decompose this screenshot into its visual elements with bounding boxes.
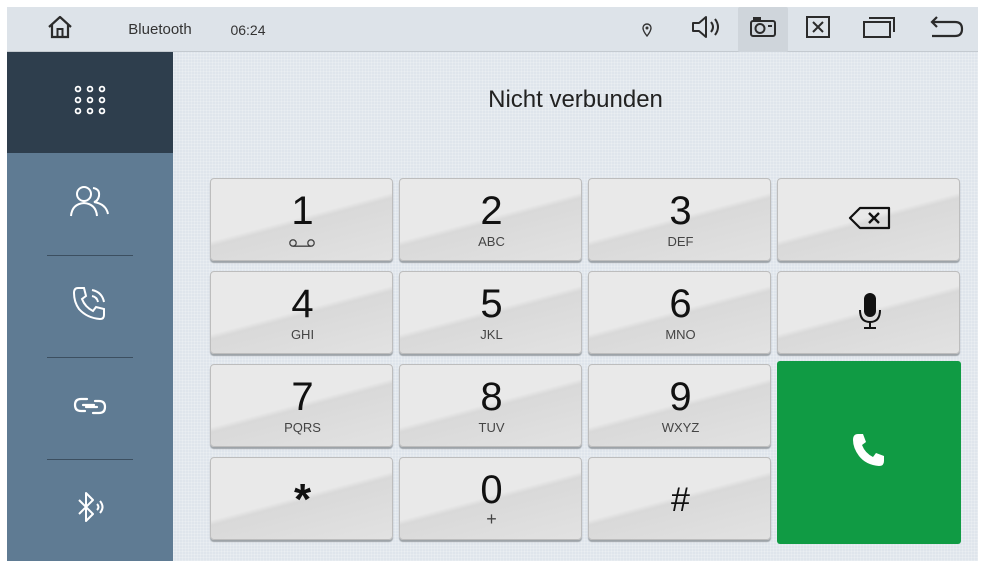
home-button[interactable] <box>35 7 85 52</box>
volume-button[interactable] <box>684 7 728 52</box>
key-digit: 0 <box>480 468 503 512</box>
microphone-icon <box>857 291 883 336</box>
key-4[interactable]: 4 GHI <box>210 271 393 354</box>
close-window-icon <box>805 15 831 44</box>
call-log-icon <box>70 284 110 329</box>
key-9[interactable]: 9 WXYZ <box>588 364 771 447</box>
dialpad-icon <box>70 80 110 125</box>
key-2[interactable]: 2 ABC <box>399 178 582 261</box>
location-pin-icon <box>637 7 657 52</box>
key-hash[interactable]: # <box>588 457 771 540</box>
key-letters: ABC <box>478 234 505 249</box>
key-7[interactable]: 7 PQRS <box>210 364 393 447</box>
sidebar-item-dialpad[interactable] <box>7 52 173 153</box>
key-6[interactable]: 6 MNO <box>588 271 771 354</box>
key-digit: 4 <box>291 282 314 326</box>
key-digit: 2 <box>480 189 503 233</box>
home-icon <box>46 14 74 45</box>
key-letters: PQRS <box>284 420 321 435</box>
app-frame: Bluetooth 06:24 Nicht verbunden 1 2 ABC … <box>7 7 978 561</box>
screenshot-icon <box>749 16 777 43</box>
contacts-icon <box>68 182 112 227</box>
key-letters: WXYZ <box>661 420 700 435</box>
key-digit: 8 <box>480 375 503 419</box>
status-bar: Bluetooth 06:24 <box>7 7 978 52</box>
key-digit: 5 <box>480 282 503 326</box>
voice-dial-button[interactable] <box>777 271 960 354</box>
key-5[interactable]: 5 JKL <box>399 271 582 354</box>
voicemail-icon <box>288 235 316 253</box>
sidebar-item-call-log[interactable] <box>7 256 173 357</box>
key-digit: * <box>293 475 312 524</box>
key-letters: MNO <box>665 327 696 342</box>
bluetooth-audio-icon <box>70 488 110 533</box>
screenshot-button[interactable] <box>738 7 788 52</box>
key-digit: 9 <box>669 375 692 419</box>
key-8[interactable]: 8 TUV <box>399 364 582 447</box>
backspace-icon <box>848 206 892 235</box>
key-letters: + <box>486 509 497 529</box>
close-window-button[interactable] <box>796 7 840 52</box>
key-digit: 6 <box>669 282 692 326</box>
key-3[interactable]: 3 DEF <box>588 178 771 261</box>
sidebar-item-bluetooth-audio[interactable] <box>7 460 173 561</box>
clock: 06:24 <box>230 21 266 38</box>
phone-icon <box>850 431 888 474</box>
key-digit: # <box>671 481 690 519</box>
key-digit: 7 <box>291 375 314 419</box>
key-0[interactable]: 0 + <box>399 457 582 540</box>
backspace-button[interactable] <box>777 178 960 261</box>
app-label: Bluetooth <box>128 21 192 38</box>
dialer-panel: Nicht verbunden 1 2 ABC 3 DEF 4 GHI 5 JK… <box>173 52 978 561</box>
key-letters: DEF <box>667 234 694 249</box>
key-digit: 1 <box>291 189 314 233</box>
back-icon <box>929 15 965 44</box>
recent-apps-button[interactable] <box>853 7 905 52</box>
sidebar-item-pairing[interactable] <box>7 358 173 459</box>
sidebar-item-contacts[interactable] <box>7 153 173 255</box>
key-letters: JKL <box>480 327 503 342</box>
call-button[interactable] <box>777 361 961 544</box>
key-letters: GHI <box>290 327 315 342</box>
recent-apps-icon <box>862 15 896 44</box>
key-digit: 3 <box>669 189 692 233</box>
volume-icon <box>689 13 723 46</box>
connection-status: Nicht verbunden <box>488 86 663 113</box>
back-button[interactable] <box>925 7 969 52</box>
key-star[interactable]: * <box>210 457 393 540</box>
key-1[interactable]: 1 <box>210 178 393 261</box>
link-icon <box>70 386 110 431</box>
key-letters: TUV <box>478 420 505 435</box>
sidebar <box>7 52 173 561</box>
